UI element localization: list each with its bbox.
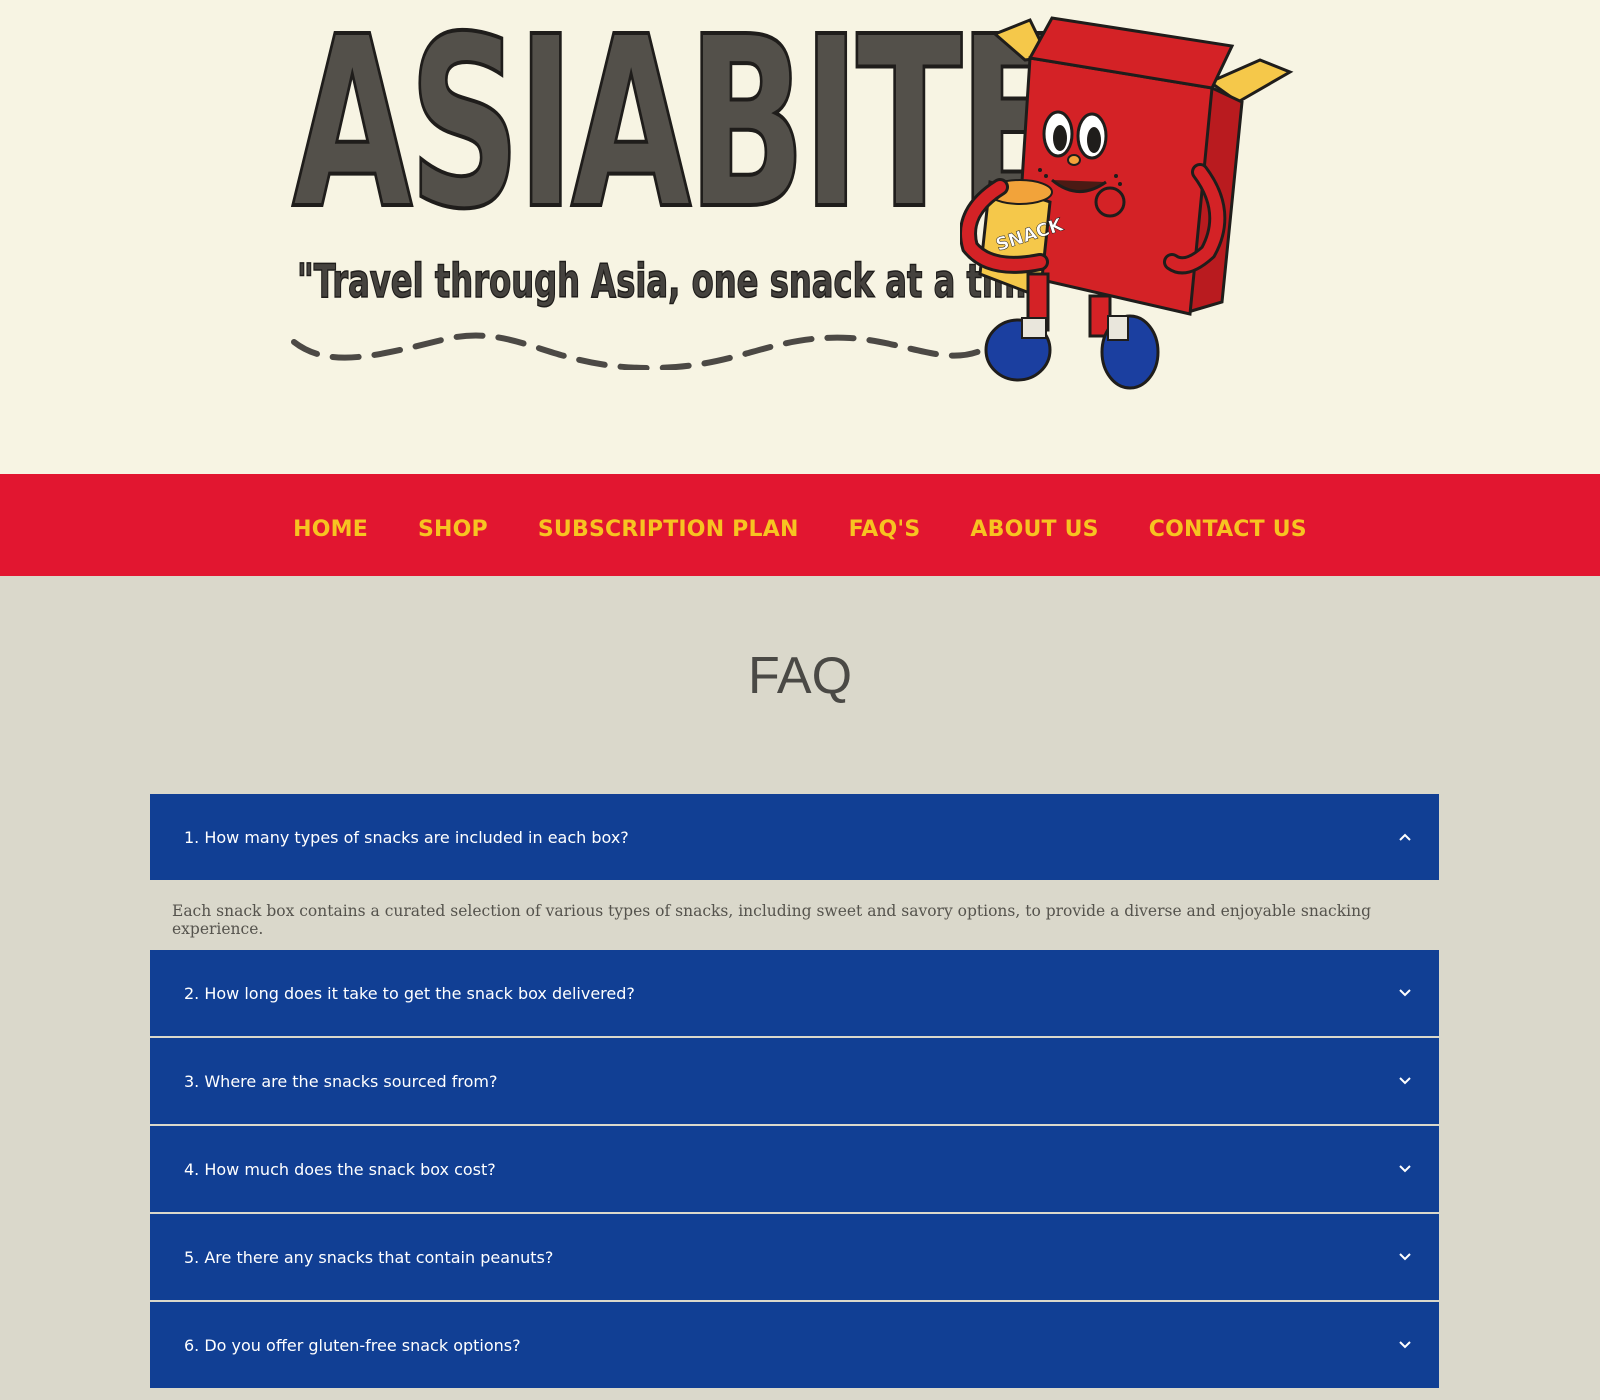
chevron-down-icon[interactable]	[1397, 1073, 1413, 1089]
nav-item-about-us[interactable]: ABOUT US	[970, 517, 1098, 542]
faq-accordion: 1. How many types of snacks are included…	[150, 794, 1439, 1390]
brand-tagline: "Travel through Asia, one snack at a tim…	[296, 254, 1066, 308]
faq-question-6[interactable]: 6. Do you offer gluten-free snack option…	[150, 1302, 1439, 1390]
faq-question-label: 2. How long does it take to get the snac…	[184, 983, 635, 1003]
faq-question-3[interactable]: 3. Where are the snacks sourced from?	[150, 1038, 1439, 1126]
faq-question-label: 1. How many types of snacks are included…	[184, 827, 629, 847]
chevron-down-icon[interactable]	[1397, 1337, 1413, 1353]
brand-logo-text[interactable]: ASIABITE	[291, 4, 1066, 244]
chevron-up-icon[interactable]	[1397, 829, 1413, 845]
nav-item-home[interactable]: HOME	[293, 517, 368, 542]
nav-item-contact-us[interactable]: CONTACT US	[1149, 517, 1307, 542]
faq-question-4[interactable]: 4. How much does the snack box cost?	[150, 1126, 1439, 1214]
faq-question-1[interactable]: 1. How many types of snacks are included…	[150, 794, 1439, 882]
faq-answer-1: Each snack box contains a curated select…	[172, 902, 1371, 938]
faq-question-2[interactable]: 2. How long does it take to get the snac…	[150, 950, 1439, 1038]
nav-item-shop[interactable]: SHOP	[418, 517, 488, 542]
faq-question-label: 6. Do you offer gluten-free snack option…	[184, 1335, 521, 1355]
faq-question-label: 4. How much does the snack box cost?	[184, 1159, 496, 1179]
nav-item-subscription-plan[interactable]: SUBSCRIPTION PLAN	[538, 517, 799, 542]
chevron-down-icon[interactable]	[1397, 1161, 1413, 1177]
faq-question-label: 5. Are there any snacks that contain pea…	[184, 1247, 554, 1267]
faq-question-label: 3. Where are the snacks sourced from?	[184, 1071, 498, 1091]
site-header: ASIABITE "Travel through Asia, one snack…	[0, 0, 1600, 474]
nav-item-faqs[interactable]: FAQ'S	[849, 517, 921, 542]
faq-section: FAQ 1. How many types of snacks are incl…	[0, 576, 1600, 1390]
faq-question-5[interactable]: 5. Are there any snacks that contain pea…	[150, 1214, 1439, 1302]
page-title: FAQ	[747, 647, 853, 705]
chevron-down-icon[interactable]	[1397, 1249, 1413, 1265]
main-navigation: HOME SHOP SUBSCRIPTION PLAN FAQ'S ABOUT …	[0, 474, 1600, 576]
snack-box-mascot-icon: SNACK	[960, 16, 1294, 390]
dashed-path-decoration	[291, 332, 993, 370]
chevron-down-icon[interactable]	[1397, 985, 1413, 1001]
